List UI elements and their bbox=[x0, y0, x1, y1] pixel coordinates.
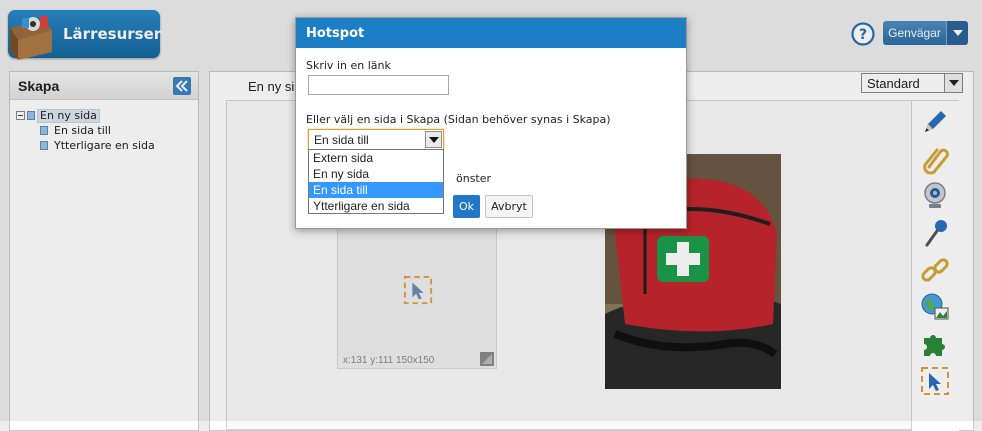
chevron-down-icon[interactable] bbox=[425, 131, 442, 148]
new-window-label: önster bbox=[456, 172, 492, 185]
ok-button[interactable]: Ok bbox=[453, 195, 480, 218]
page-select-label: Eller välj en sida i Skapa (Sidan behöve… bbox=[306, 113, 611, 126]
option-en-sida-till[interactable]: En sida till bbox=[309, 182, 443, 198]
dialog-title: Hotspot bbox=[296, 18, 686, 48]
page-select-options: Extern sida En ny sida En sida till Ytte… bbox=[308, 149, 444, 214]
cancel-button[interactable]: Avbryt bbox=[485, 195, 533, 218]
link-label: Skriv in en länk bbox=[306, 59, 391, 72]
option-extern-sida[interactable]: Extern sida bbox=[309, 150, 443, 166]
page-select-value[interactable]: En sida till bbox=[314, 133, 369, 147]
option-en-ny-sida[interactable]: En ny sida bbox=[309, 166, 443, 182]
page-select[interactable]: En sida till bbox=[308, 129, 444, 150]
option-ytterligare-en-sida[interactable]: Ytterligare en sida bbox=[309, 198, 443, 214]
link-input[interactable] bbox=[308, 75, 449, 95]
